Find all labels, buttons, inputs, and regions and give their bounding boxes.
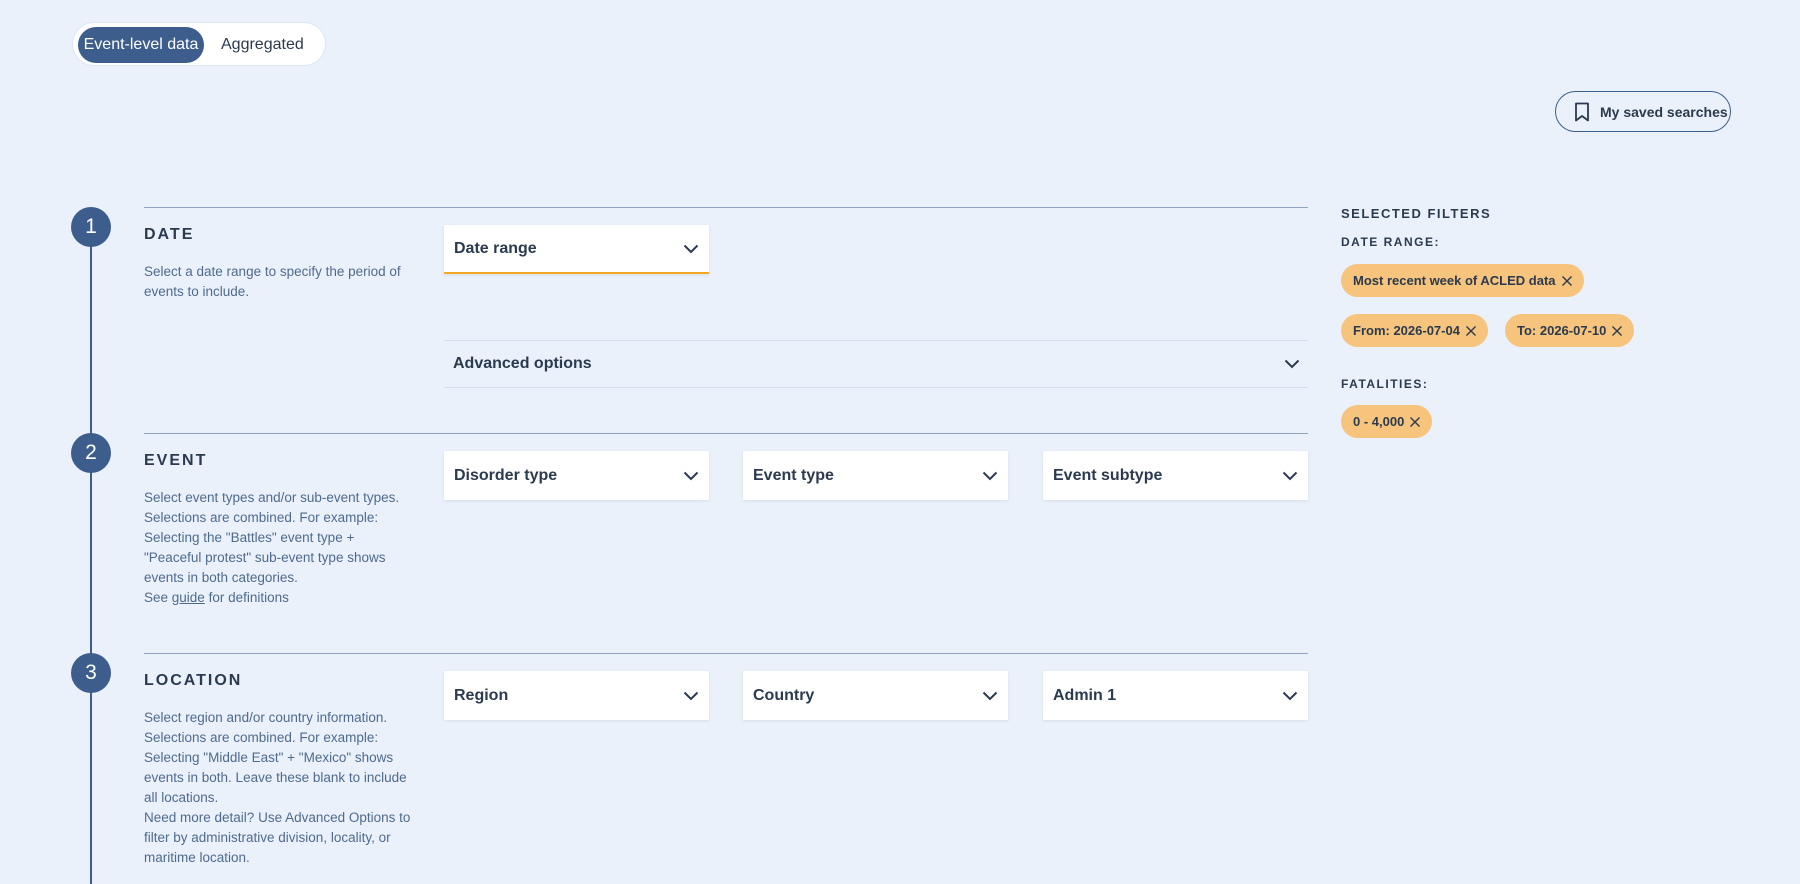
chevron-down-icon <box>683 691 699 700</box>
chip-label: To: 2026-07-10 <box>1517 323 1607 338</box>
event-guide-line: See guide for definitions <box>144 588 414 608</box>
see-prefix: See <box>144 590 172 605</box>
chevron-down-icon <box>1282 471 1298 480</box>
event-type-label: Event type <box>753 466 834 484</box>
event-section-title: EVENT <box>144 452 208 469</box>
region-dropdown[interactable]: Region <box>444 671 709 720</box>
chevron-down-icon <box>683 471 699 480</box>
close-icon[interactable] <box>1611 325 1623 337</box>
location-section-description: Select region and/or country information… <box>144 708 414 868</box>
filter-chip-from-date[interactable]: From: 2026-07-04 <box>1341 314 1488 347</box>
filter-chip-date-range[interactable]: Most recent week of ACLED data <box>1341 264 1584 297</box>
guide-link[interactable]: guide <box>172 590 205 605</box>
date-range-filter-label: DATE RANGE: <box>1341 235 1440 249</box>
disorder-type-dropdown[interactable]: Disorder type <box>444 451 709 500</box>
my-saved-searches-button[interactable]: My saved searches <box>1555 91 1731 132</box>
chevron-down-icon <box>683 244 699 253</box>
chip-label: Most recent week of ACLED data <box>1353 273 1556 288</box>
chip-label: 0 - 4,000 <box>1353 414 1405 429</box>
toggle-aggregated[interactable]: Aggregated <box>221 27 304 63</box>
selected-filters-title: SELECTED FILTERS <box>1341 206 1492 221</box>
event-type-dropdown[interactable]: Event type <box>743 451 1008 500</box>
step-3-marker: 3 <box>71 653 111 693</box>
chevron-down-icon <box>982 471 998 480</box>
location-description-text: Select region and/or country information… <box>144 710 407 805</box>
date-range-dropdown[interactable]: Date range <box>444 225 709 274</box>
close-icon[interactable] <box>1465 325 1477 337</box>
filter-chip-to-date[interactable]: To: 2026-07-10 <box>1505 314 1635 347</box>
country-label: Country <box>753 686 815 704</box>
my-saved-searches-label: My saved searches <box>1600 103 1728 120</box>
advanced-options-label: Advanced options <box>453 355 592 372</box>
chip-label: From: 2026-07-04 <box>1353 323 1460 338</box>
fatalities-filter-label: FATALITIES: <box>1341 377 1429 391</box>
section-divider-event <box>144 433 1308 434</box>
event-subtype-label: Event subtype <box>1053 466 1163 484</box>
advanced-options-toggle[interactable]: Advanced options <box>444 340 1308 388</box>
date-section-title: DATE <box>144 226 195 243</box>
step-2-marker: 2 <box>71 433 111 473</box>
filter-chip-fatalities[interactable]: 0 - 4,000 <box>1341 405 1433 438</box>
step-1-marker: 1 <box>71 207 111 247</box>
toggle-event-level-data[interactable]: Event-level data <box>78 27 204 63</box>
chevron-down-icon <box>982 691 998 700</box>
chevron-down-icon <box>1284 359 1300 369</box>
disorder-type-label: Disorder type <box>454 466 558 484</box>
region-label: Region <box>454 686 509 704</box>
location-section-title: LOCATION <box>144 672 243 689</box>
admin1-label: Admin 1 <box>1053 686 1117 704</box>
location-description-more: Need more detail? Use Advanced Options t… <box>144 810 411 865</box>
see-suffix: for definitions <box>204 590 289 605</box>
close-icon[interactable] <box>1561 275 1573 287</box>
close-icon[interactable] <box>1409 416 1421 428</box>
date-range-label: Date range <box>454 239 537 257</box>
section-divider-location <box>144 653 1308 654</box>
section-divider-date <box>144 207 1308 208</box>
bookmark-icon <box>1575 102 1589 121</box>
admin1-dropdown[interactable]: Admin 1 <box>1043 671 1308 720</box>
country-dropdown[interactable]: Country <box>743 671 1008 720</box>
data-view-toggle: Event-level data Aggregated <box>72 22 326 66</box>
steps-timeline <box>90 226 92 884</box>
event-section-description: Select event types and/or sub-event type… <box>144 488 414 608</box>
event-description-text: Select event types and/or sub-event type… <box>144 490 400 585</box>
event-subtype-dropdown[interactable]: Event subtype <box>1043 451 1308 500</box>
date-section-description: Select a date range to specify the perio… <box>144 264 401 299</box>
chevron-down-icon <box>1282 691 1298 700</box>
